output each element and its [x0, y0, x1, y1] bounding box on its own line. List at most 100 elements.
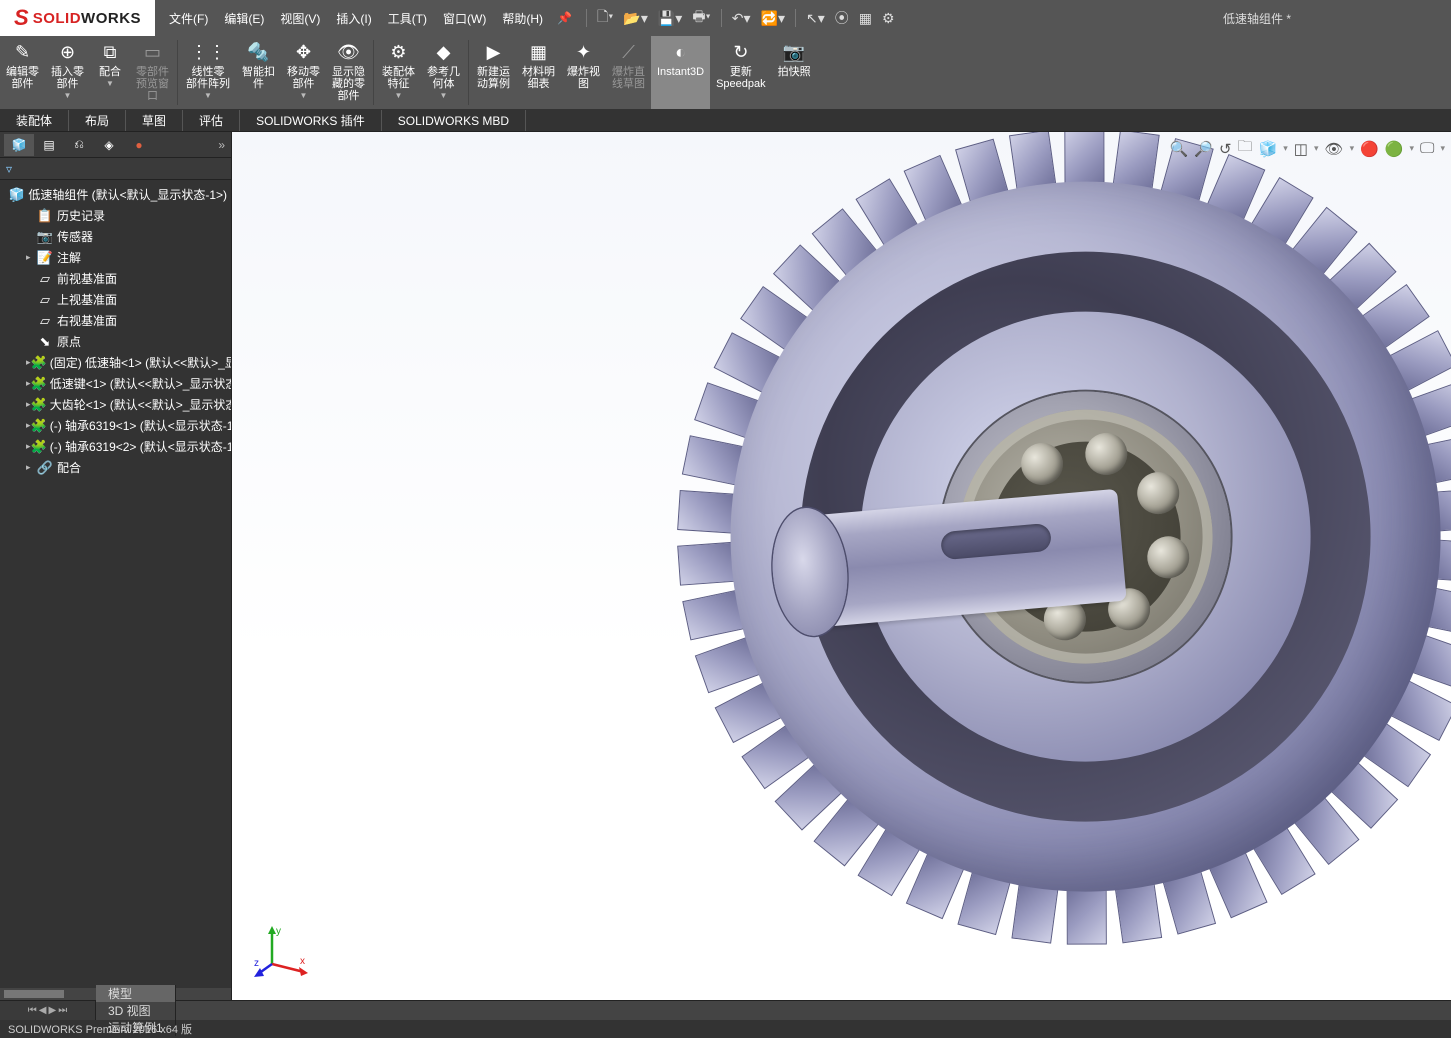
- bottom-tab[interactable]: 3D 视图: [96, 1002, 176, 1019]
- menu-pin-icon[interactable]: 📌: [557, 11, 572, 25]
- tab-prev-icon[interactable]: ◀: [39, 1005, 47, 1016]
- ribbon-button[interactable]: ✥移动零 部件▼: [281, 36, 326, 109]
- previous-view-icon[interactable]: ↺: [1219, 140, 1232, 158]
- ribbon-button[interactable]: 👁显示隐 藏的零 部件: [326, 36, 371, 109]
- settings-icon[interactable]: ⚙: [882, 10, 895, 27]
- dropdown-icon[interactable]: ▾: [1440, 143, 1445, 154]
- menu-item[interactable]: 插入(I): [328, 0, 379, 36]
- dropdown-icon[interactable]: ▾: [1314, 143, 1319, 154]
- tree-node[interactable]: 📷传感器: [0, 226, 231, 247]
- ribbon-button[interactable]: ⚙装配体 特征▼: [376, 36, 421, 109]
- print-icon[interactable]: 🖶▾: [692, 6, 710, 30]
- view-settings-icon[interactable]: 🖵: [1420, 140, 1434, 157]
- tree-root[interactable]: 🧊 低速轴组件 (默认<默认_显示状态-1>): [0, 184, 231, 205]
- node-label: (固定) 低速轴<1> (默认<<默认>_显...: [50, 354, 231, 371]
- tab-next-icon[interactable]: ▶: [49, 1005, 57, 1016]
- dropdown-arrow-icon[interactable]: ▼: [440, 91, 448, 100]
- ribbon-button[interactable]: ◆参考几 何体▼: [421, 36, 466, 109]
- ribbon-label: 拍快照: [778, 66, 811, 78]
- tree-node[interactable]: ▱前视基准面: [0, 268, 231, 289]
- ribbon-button[interactable]: ✎编辑零 部件: [0, 36, 45, 109]
- tree-node[interactable]: ▸📝注解: [0, 247, 231, 268]
- undo-icon[interactable]: ↶▾: [732, 10, 751, 27]
- tree-node[interactable]: ▸🔗配合: [0, 457, 231, 478]
- toggle-icon[interactable]: ⦿: [835, 8, 849, 28]
- command-tab[interactable]: SOLIDWORKS 插件: [240, 110, 382, 131]
- feature-filter-bar[interactable]: ▿: [0, 158, 231, 180]
- property-tab[interactable]: ▤: [34, 134, 64, 156]
- ribbon-button[interactable]: ▶新建运 动算例: [471, 36, 516, 109]
- dropdown-icon[interactable]: ▾: [1409, 143, 1414, 154]
- command-tab[interactable]: 装配体: [0, 110, 69, 131]
- menu-item[interactable]: 编辑(E): [216, 0, 272, 36]
- dropdown-arrow-icon[interactable]: ▼: [64, 91, 72, 100]
- menu-item[interactable]: 帮助(H): [494, 0, 551, 36]
- new-file-icon[interactable]: 🗋▾: [597, 6, 613, 30]
- tree-node[interactable]: ▸🧩大齿轮<1> (默认<<默认>_显示状态: [0, 394, 231, 415]
- zoom-area-icon[interactable]: 🔎: [1194, 140, 1213, 158]
- tab-last-icon[interactable]: ⏭: [58, 1005, 67, 1016]
- ribbon-button[interactable]: 🔩智能扣 件: [236, 36, 281, 109]
- scrollbar-thumb[interactable]: [4, 990, 64, 998]
- command-tab[interactable]: 评估: [183, 110, 240, 131]
- dropdown-arrow-icon[interactable]: ▼: [106, 79, 114, 88]
- panel-expand-arrow[interactable]: »: [218, 138, 225, 152]
- gear-tooth: [1064, 132, 1104, 185]
- dropdown-arrow-icon[interactable]: ▼: [395, 91, 403, 100]
- tree-node[interactable]: ▸🧩(-) 轴承6319<2> (默认<显示状态-1: [0, 436, 231, 457]
- tree-node[interactable]: ⬊原点: [0, 331, 231, 352]
- tree-node[interactable]: ▸🧩低速键<1> (默认<<默认>_显示状态: [0, 373, 231, 394]
- tree-node[interactable]: ▸🧩(-) 轴承6319<1> (默认<显示状态-1: [0, 415, 231, 436]
- menu-item[interactable]: 视图(V): [272, 0, 328, 36]
- feature-tree-tab[interactable]: 🧊: [4, 134, 34, 156]
- section-view-icon[interactable]: 🗀: [1238, 136, 1253, 161]
- expand-arrow-icon[interactable]: ▸: [26, 252, 36, 263]
- menu-item[interactable]: 文件(F): [161, 0, 216, 36]
- view-orientation-icon[interactable]: 🧊: [1259, 140, 1278, 158]
- open-file-icon[interactable]: 📂▾: [623, 10, 647, 27]
- ribbon-button[interactable]: ▦材料明 细表: [516, 36, 561, 109]
- ribbon-button[interactable]: ↻更新 Speedpak: [710, 36, 772, 109]
- save-icon[interactable]: 💾▾: [658, 10, 682, 27]
- ribbon-label: 装配体 特征: [382, 66, 415, 90]
- grid-icon[interactable]: ▦: [859, 10, 872, 27]
- hide-show-icon[interactable]: 👁: [1325, 140, 1344, 158]
- apply-scene-icon[interactable]: 🟢: [1385, 140, 1404, 158]
- display-style-icon[interactable]: ◫: [1294, 140, 1308, 158]
- cursor-icon[interactable]: ↖▾: [806, 10, 825, 27]
- ribbon-button[interactable]: ✦爆炸视 图: [561, 36, 606, 109]
- ribbon-button[interactable]: 📷拍快照: [772, 36, 817, 109]
- linear-pattern-icon: ⋮⋮: [196, 40, 220, 64]
- view-triad[interactable]: y x z: [252, 920, 312, 980]
- ribbon-button[interactable]: ⊕插入零 部件▼: [45, 36, 90, 109]
- ribbon-button[interactable]: ⧉配合▼: [90, 36, 130, 109]
- divider: [795, 9, 796, 27]
- zoom-fit-icon[interactable]: 🔍: [1170, 140, 1189, 158]
- tree-node[interactable]: ▱右视基准面: [0, 310, 231, 331]
- tree-node[interactable]: ▱上视基准面: [0, 289, 231, 310]
- dropdown-icon[interactable]: ▾: [1350, 143, 1355, 154]
- command-tab[interactable]: SOLIDWORKS MBD: [382, 110, 526, 131]
- expand-arrow-icon[interactable]: ▸: [26, 462, 36, 473]
- gear-tooth: [677, 542, 736, 586]
- edit-appearance-icon[interactable]: 🔴: [1360, 140, 1379, 158]
- main-body: 🧊 ▤ ⎌ ◈ ● » ▿ 🧊 低速轴组件 (默认<默认_显示状态-1>) 📋历…: [0, 132, 1451, 1000]
- appearance-tab[interactable]: ●: [124, 134, 154, 156]
- command-tab[interactable]: 布局: [69, 110, 126, 131]
- config-tab[interactable]: ⎌: [64, 134, 94, 156]
- ribbon-button[interactable]: ◐Instant3D: [651, 36, 710, 109]
- bottom-tab[interactable]: 模型: [96, 985, 176, 1002]
- command-tab[interactable]: 草图: [126, 110, 183, 131]
- tree-node[interactable]: ▸🧩(固定) 低速轴<1> (默认<<默认>_显...: [0, 352, 231, 373]
- tab-first-icon[interactable]: ⏮: [28, 1005, 37, 1016]
- menu-item[interactable]: 工具(T): [380, 0, 435, 36]
- tree-node[interactable]: 📋历史记录: [0, 205, 231, 226]
- display-tab[interactable]: ◈: [94, 134, 124, 156]
- dropdown-arrow-icon[interactable]: ▼: [204, 91, 212, 100]
- rebuild-icon[interactable]: 🔁▾: [761, 10, 785, 27]
- ribbon-button[interactable]: ⋮⋮线性零 部件阵列▼: [180, 36, 236, 109]
- graphics-viewport[interactable]: 🔍 🔎 ↺ 🗀 🧊 ▾ ◫ ▾ 👁 ▾ 🔴 🟢 ▾ 🖵 ▾: [232, 132, 1451, 1000]
- dropdown-arrow-icon[interactable]: ▼: [300, 91, 308, 100]
- menu-item[interactable]: 窗口(W): [435, 0, 494, 36]
- dropdown-icon[interactable]: ▾: [1283, 143, 1288, 154]
